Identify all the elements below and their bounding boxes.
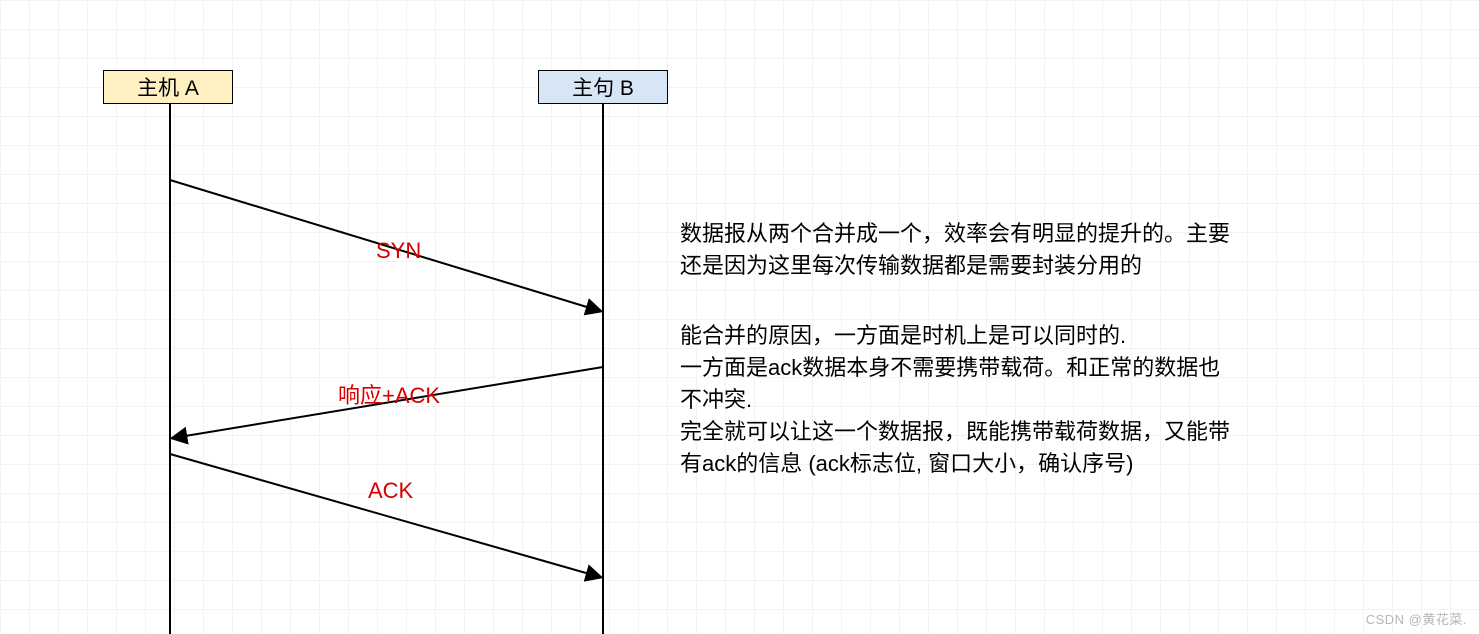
host-b-box: 主句 B (538, 70, 668, 104)
label-syn: SYN (376, 238, 421, 264)
paragraph-1: 数据报从两个合并成一个，效率会有明显的提升的。主要还是因为这里每次传输数据都是需… (680, 218, 1235, 282)
watermark: CSDN @黄花菜. (1366, 609, 1467, 628)
label-ack: ACK (368, 478, 413, 504)
label-resp-ack: 响应+ACK (338, 378, 440, 410)
arrow-ack (170, 454, 600, 577)
host-a-label: 主机 A (137, 72, 199, 102)
host-b-label: 主句 B (572, 72, 634, 102)
host-a-box: 主机 A (103, 70, 233, 104)
paragraph-2: 能合并的原因，一方面是时机上是可以同时的. 一方面是ack数据本身不需要携带载荷… (680, 320, 1235, 479)
